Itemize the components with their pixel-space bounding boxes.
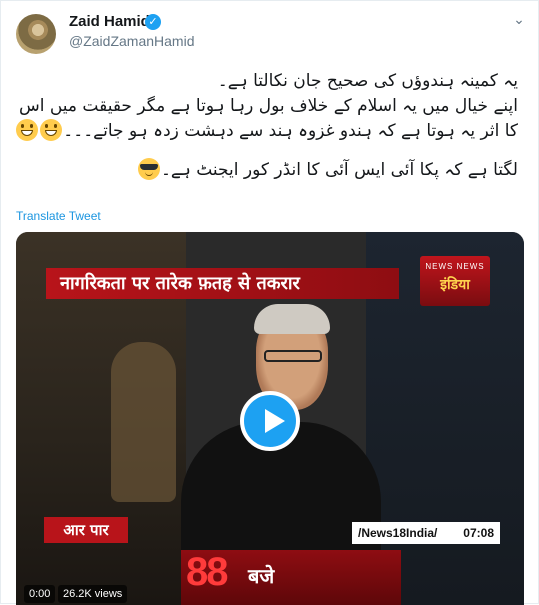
tweet-card: Zaid Hamid ✓ @ZaidZamanHamid ⌄ یہ کمینہ … [0, 0, 539, 605]
elapsed-time-badge: 0:00 [24, 585, 56, 603]
show-time-text: बजे [248, 564, 275, 588]
grinning-face-icon [40, 119, 63, 141]
speaker-glasses [264, 350, 322, 362]
tweet-line: کا اثر یہ ہوتا ہے کہ ہندو غزوہ ہند سے دہ… [16, 119, 518, 144]
grinning-face-icon [16, 119, 39, 141]
translate-tweet-link[interactable]: Translate Tweet [16, 209, 101, 223]
view-count-badge: 26.2K views [58, 585, 128, 603]
show-time-number: 88 [186, 550, 228, 594]
tweet-line: اپنے خیال میں یہ اسلام کے خلاف بول رہا ہ… [18, 96, 518, 116]
author-name[interactable]: Zaid Hamid [69, 13, 150, 30]
tweet-text: یہ کمینہ ہندوؤں کی صحیح جان نکالتا ہے۔ ا… [16, 69, 518, 183]
tweet-line: لگتا ہے کہ پکا آئی ایس آئی کا انڈر کور ا… [18, 158, 518, 183]
author-handle[interactable]: @ZaidZamanHamid [69, 33, 194, 49]
chevron-down-icon[interactable]: ⌄ [510, 11, 528, 29]
speaker-hair [254, 304, 330, 334]
channel-handle-bar: /News18India/ 07:08 [352, 522, 500, 544]
channel-logo: NEWS NEWS इंडिया [420, 256, 490, 306]
sunglasses-face-icon [137, 158, 160, 180]
play-button-icon[interactable] [240, 391, 300, 451]
avatar[interactable] [16, 14, 56, 54]
video-player[interactable]: नागरिकता पर तारेक फ़तह से तकरार NEWS NEW… [16, 232, 524, 605]
video-headline-banner: नागरिकता पर तारेक फ़तह से तकरार [46, 268, 399, 299]
show-title: आर पार [44, 517, 128, 543]
background-figure [111, 342, 176, 502]
tweet-line: یہ کمینہ ہندوؤں کی صحیح جان نکالتا ہے۔ [217, 71, 518, 91]
verified-badge-icon: ✓ [145, 14, 161, 30]
